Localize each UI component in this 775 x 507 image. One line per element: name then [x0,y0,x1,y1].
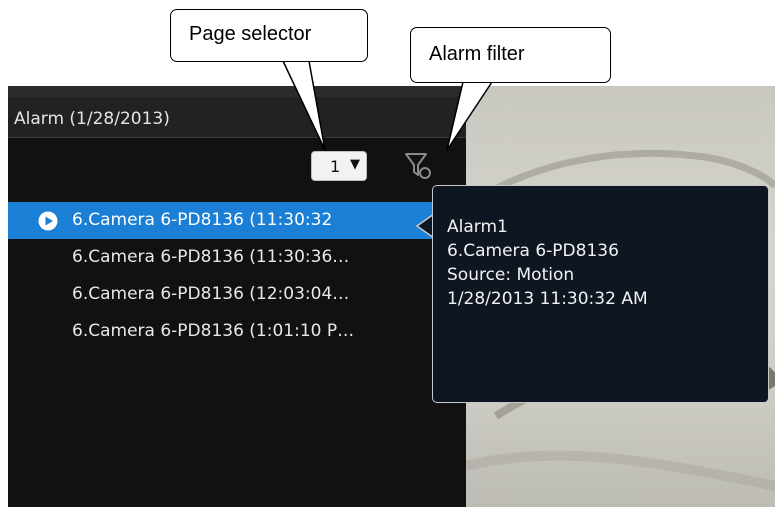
page-selector-callout-label: Page selector [189,23,312,45]
page-selector-callout: Page selector [170,9,368,62]
callout-pointers [282,60,493,151]
alarm-filter-callout-label: Alarm filter [429,43,525,65]
alarm-filter-callout: Alarm filter [410,27,611,83]
